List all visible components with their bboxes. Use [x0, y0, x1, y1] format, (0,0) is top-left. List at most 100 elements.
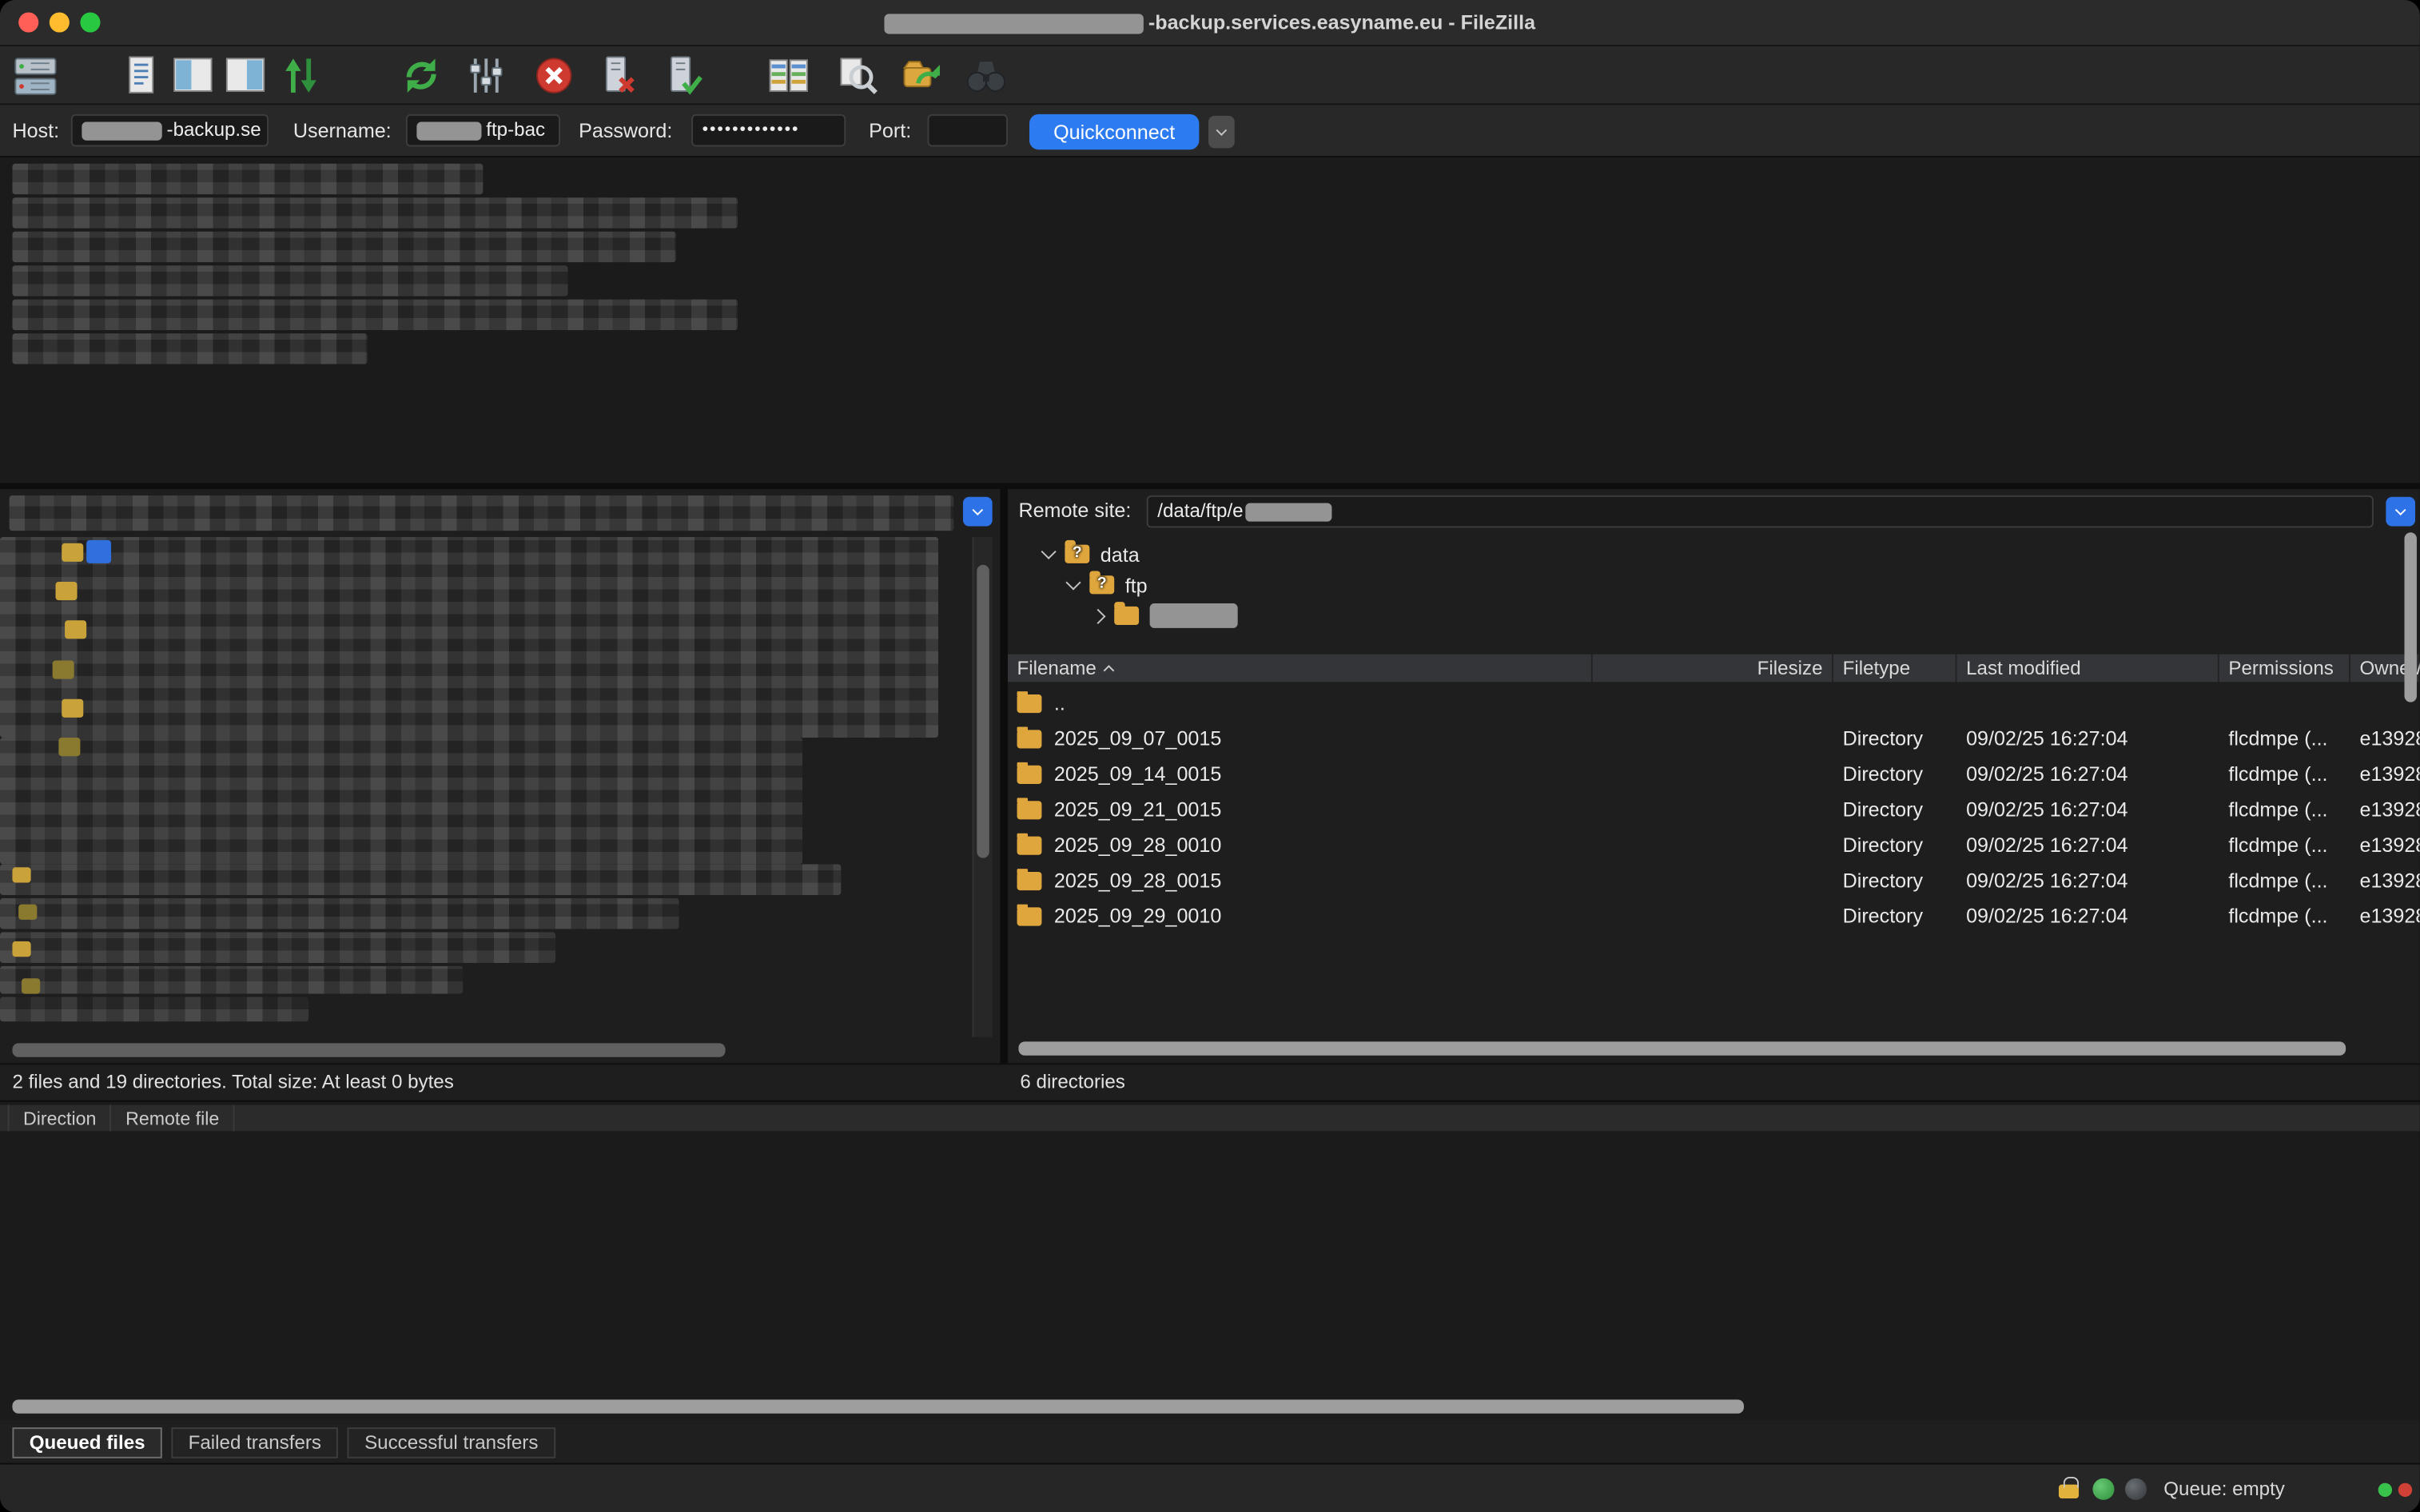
redacted-local-listing: [0, 997, 308, 1021]
file-row-parent[interactable]: ..: [1008, 685, 2420, 720]
file-row[interactable]: 2025_09_29_0010 Directory 09/02/25 16:27…: [1008, 898, 2420, 933]
disconnect-icon[interactable]: [595, 53, 642, 99]
sync-status-icon[interactable]: [2092, 1478, 2114, 1500]
column-header-filesize[interactable]: Filesize: [1593, 655, 1833, 682]
column-header-filename[interactable]: Filename: [1008, 655, 1593, 682]
queue-column-remote-file[interactable]: Remote file: [112, 1105, 235, 1132]
folder-question-icon: ?: [1065, 545, 1089, 563]
tab-successful-transfers[interactable]: Successful transfers: [348, 1427, 555, 1458]
folder-icon: [12, 867, 30, 882]
folder-icon: [1017, 765, 1042, 783]
username-label: Username:: [293, 119, 392, 142]
minimize-window-button[interactable]: [50, 12, 70, 32]
pane-divider[interactable]: [1000, 489, 1008, 1063]
redacted-tree-item: [1150, 603, 1238, 628]
local-site-dropdown-button[interactable]: [963, 497, 993, 527]
remote-horizontal-scrollbar[interactable]: [1018, 1041, 2346, 1055]
folder-icon: [12, 941, 30, 957]
tree-item-label: ftp: [1125, 573, 1148, 596]
redacted-local-listing: [0, 537, 938, 738]
chevron-right-icon[interactable]: [1090, 608, 1105, 623]
synchronized-browsing-icon[interactable]: [898, 53, 945, 99]
local-pane: [0, 489, 1000, 1063]
redacted-local-site-path: [10, 495, 954, 531]
redacted-log-line: [12, 265, 567, 296]
encryption-lock-icon[interactable]: [2059, 1485, 2079, 1498]
find-files-icon[interactable]: [963, 53, 1009, 99]
redacted-host-prefix: [82, 121, 161, 140]
close-window-button[interactable]: [18, 12, 38, 32]
tab-failed-transfers[interactable]: Failed transfers: [171, 1427, 338, 1458]
toggle-message-log-icon[interactable]: [117, 53, 164, 99]
remote-vertical-scrollbar[interactable]: [2404, 532, 2416, 702]
toggle-local-tree-icon[interactable]: [169, 53, 216, 99]
queue-horizontal-scrollbar[interactable]: [12, 1399, 1744, 1413]
file-row[interactable]: 2025_09_14_0015 Directory 09/02/25 16:27…: [1008, 756, 2420, 791]
folder-icon: [1017, 871, 1042, 889]
tree-item-data[interactable]: ? data: [1043, 540, 1139, 568]
folder-icon: [18, 905, 37, 920]
username-input[interactable]: ftp-bac: [406, 114, 560, 147]
remote-site-input[interactable]: /data/ftp/e: [1147, 495, 2374, 528]
port-input[interactable]: [928, 114, 1008, 147]
file-row[interactable]: 2025_09_28_0010 Directory 09/02/25 16:27…: [1008, 827, 2420, 862]
port-label: Port:: [869, 119, 911, 142]
activity-indicator-receive: [2378, 1483, 2392, 1497]
divider: [0, 483, 2420, 489]
redacted-username-prefix: [416, 121, 481, 140]
redacted-hostname: [885, 14, 1144, 34]
chevron-down-icon: [972, 503, 983, 515]
redacted-path-suffix: [1245, 503, 1331, 521]
redacted-local-listing: [0, 966, 463, 994]
folder-icon: [58, 738, 80, 756]
zoom-window-button[interactable]: [80, 12, 100, 32]
chevron-down-icon[interactable]: [1065, 575, 1081, 590]
queue-column-direction[interactable]: Direction: [10, 1105, 112, 1132]
message-log: [0, 157, 2420, 483]
chevron-down-icon: [1216, 124, 1228, 135]
remote-site-label: Remote site:: [1018, 499, 1131, 522]
local-horizontal-scrollbar[interactable]: [12, 1043, 725, 1056]
toggle-remote-tree-icon[interactable]: [222, 53, 269, 99]
filter-icon[interactable]: [463, 53, 509, 99]
directory-comparison-icon[interactable]: [766, 53, 812, 99]
tree-item-ftp[interactable]: ? ftp: [1068, 571, 1147, 599]
remote-pane: Remote site: /data/ftp/e ? data ? ftp Fi…: [1008, 489, 2420, 1063]
refresh-icon[interactable]: [398, 53, 444, 99]
host-input[interactable]: -backup.se: [71, 114, 269, 147]
folder-icon: [1017, 800, 1042, 818]
tab-queued-files[interactable]: Queued files: [12, 1427, 161, 1458]
column-header-permissions[interactable]: Permissions: [2219, 655, 2350, 682]
site-manager-icon[interactable]: [12, 53, 58, 99]
directory-filters-icon[interactable]: [834, 53, 880, 99]
password-input[interactable]: •••••••••••••: [691, 114, 846, 147]
file-row[interactable]: 2025_09_07_0015 Directory 09/02/25 16:27…: [1008, 721, 2420, 756]
remote-status-text: 6 directories: [1020, 1071, 1124, 1092]
pane-status-strip: 2 files and 19 directories. Total size: …: [0, 1063, 2420, 1100]
remote-site-dropdown-button[interactable]: [2386, 497, 2415, 527]
local-vertical-scrollbar[interactable]: [973, 537, 993, 1037]
redacted-selected-item: [86, 540, 111, 563]
queue-header: Direction Remote file: [0, 1105, 2420, 1133]
statusbar: Queue: empty: [0, 1463, 2420, 1512]
queue-header-spacer: [0, 1105, 10, 1132]
file-row[interactable]: 2025_09_28_0015 Directory 09/02/25 16:27…: [1008, 862, 2420, 897]
chevron-down-icon[interactable]: [1041, 544, 1057, 559]
column-header-last-modified[interactable]: Last modified: [1957, 655, 2219, 682]
redacted-local-listing: [0, 898, 679, 929]
folder-icon: [22, 978, 40, 993]
quickconnect-dropdown-button[interactable]: [1208, 116, 1235, 149]
globe-icon[interactable]: [2125, 1478, 2147, 1500]
tree-item-selected[interactable]: [1093, 602, 1238, 630]
redacted-local-listing: [0, 864, 841, 895]
scrollbar-thumb[interactable]: [977, 565, 989, 858]
quickconnect-button[interactable]: Quickconnect: [1029, 114, 1199, 149]
file-row[interactable]: 2025_09_21_0015 Directory 09/02/25 16:27…: [1008, 792, 2420, 827]
toggle-queue-icon[interactable]: [278, 53, 324, 99]
column-header-filetype[interactable]: Filetype: [1833, 655, 1956, 682]
chevron-down-icon: [2395, 503, 2406, 515]
titlebar: -backup.services.easyname.eu - FileZilla: [0, 0, 2420, 46]
reconnect-icon[interactable]: [660, 53, 706, 99]
cancel-icon[interactable]: [531, 53, 577, 99]
host-label: Host:: [12, 119, 59, 142]
